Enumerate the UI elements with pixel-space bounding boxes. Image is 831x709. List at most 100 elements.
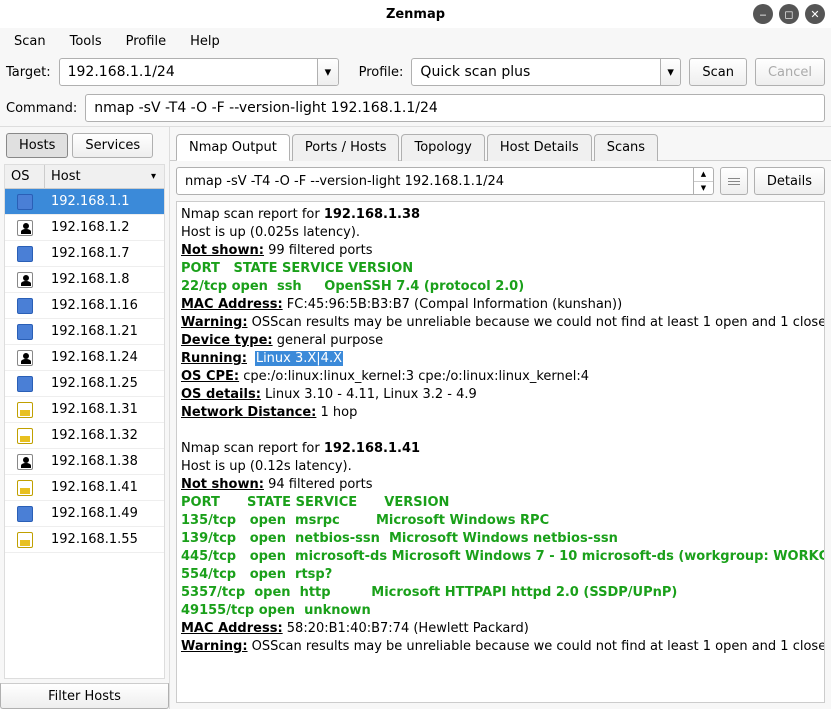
out-warn1-lbl: Warning:: [181, 315, 248, 330]
nmap-output-pane[interactable]: Nmap scan report for 192.168.1.38 Host i…: [176, 201, 825, 703]
output-selector[interactable]: nmap -sV -T4 -O -F --version-light 192.1…: [176, 167, 714, 195]
printer-icon: [17, 480, 33, 496]
command-label: Command:: [6, 101, 77, 116]
titlebar: Zenmap ‒ ◻ ✕: [0, 0, 831, 28]
profile-dropdown-icon[interactable]: ▾: [660, 59, 680, 85]
col-host-header[interactable]: Host ▾: [45, 165, 164, 188]
host-os-icon: [5, 298, 45, 314]
host-table-header: OS Host ▾: [5, 165, 164, 189]
command-input[interactable]: [85, 94, 825, 122]
host-row[interactable]: 192.168.1.31: [5, 397, 164, 423]
host-row[interactable]: 192.168.1.7: [5, 241, 164, 267]
out-porthdr1: PORT STATE SERVICE VERSION: [181, 261, 413, 276]
out-warn1-val: OSScan results may be unreliable because…: [248, 315, 825, 330]
target-combo[interactable]: ▾: [59, 58, 339, 86]
host-ip: 192.168.1.24: [45, 350, 164, 365]
host-row[interactable]: 192.168.1.25: [5, 371, 164, 397]
out-mac2-lbl: MAC Address:: [181, 621, 283, 636]
window-title: Zenmap: [386, 7, 445, 22]
target-dropdown-icon[interactable]: ▾: [317, 59, 337, 85]
host-row[interactable]: 192.168.1.32: [5, 423, 164, 449]
tab-hosts[interactable]: Hosts: [6, 133, 68, 158]
out-notshown2-val: 94 filtered ports: [264, 477, 373, 492]
host-os-icon: [5, 272, 45, 288]
col-host-label: Host: [51, 169, 81, 184]
host-os-icon: [5, 350, 45, 366]
output-bar: nmap -sV -T4 -O -F --version-light 192.1…: [170, 161, 831, 201]
profile-input[interactable]: [412, 59, 660, 85]
window-buttons: ‒ ◻ ✕: [753, 4, 825, 24]
profile-label: Profile:: [359, 65, 404, 80]
close-button[interactable]: ✕: [805, 4, 825, 24]
tab-ports-hosts[interactable]: Ports / Hosts: [292, 134, 400, 161]
host-os-icon: [5, 480, 45, 496]
spin-down-icon[interactable]: ▼: [694, 182, 713, 195]
host-row[interactable]: 192.168.1.8: [5, 267, 164, 293]
linux-icon: [17, 220, 33, 236]
win-icon: [17, 298, 33, 314]
host-row[interactable]: 192.168.1.38: [5, 449, 164, 475]
tab-host-details[interactable]: Host Details: [487, 134, 592, 161]
out-cpe-lbl: OS CPE:: [181, 369, 239, 384]
host-row[interactable]: 192.168.1.49: [5, 501, 164, 527]
target-input[interactable]: [60, 59, 318, 85]
tab-services[interactable]: Services: [72, 133, 153, 158]
out-dev-val: general purpose: [273, 333, 384, 348]
host-os-icon: [5, 402, 45, 418]
out-p139: 139/tcp open netbios-ssn Microsoft Windo…: [181, 531, 618, 546]
out-net-val: 1 hop: [316, 405, 357, 420]
out-up1: Host is up (0.025s latency).: [181, 225, 360, 240]
menu-tools[interactable]: Tools: [60, 30, 112, 53]
target-label: Target:: [6, 65, 51, 80]
out-dev-lbl: Device type:: [181, 333, 273, 348]
menu-help[interactable]: Help: [180, 30, 230, 53]
host-ip: 192.168.1.16: [45, 298, 164, 313]
out-notshown2-lbl: Not shown:: [181, 477, 264, 492]
linux-icon: [17, 350, 33, 366]
out-p445: 445/tcp open microsoft-ds Microsoft Wind…: [181, 549, 825, 564]
tab-topology[interactable]: Topology: [401, 134, 484, 161]
details-button[interactable]: Details: [754, 167, 825, 195]
host-row[interactable]: 192.168.1.21: [5, 319, 164, 345]
maximize-button[interactable]: ◻: [779, 4, 799, 24]
host-os-icon: [5, 324, 45, 340]
printer-icon: [17, 402, 33, 418]
minimize-button[interactable]: ‒: [753, 4, 773, 24]
host-ip: 192.168.1.31: [45, 402, 164, 417]
host-os-icon: [5, 246, 45, 262]
out-p135: 135/tcp open msrpc Microsoft Windows RPC: [181, 513, 549, 528]
host-row[interactable]: 192.168.1.55: [5, 527, 164, 553]
host-row[interactable]: 192.168.1.41: [5, 475, 164, 501]
out-warn2-lbl: Warning:: [181, 639, 248, 654]
profile-combo[interactable]: ▾: [411, 58, 681, 86]
host-os-icon: [5, 220, 45, 236]
output-selector-text: nmap -sV -T4 -O -F --version-light 192.1…: [177, 174, 693, 189]
filter-output-icon[interactable]: [720, 167, 748, 195]
spin-up-icon[interactable]: ▲: [694, 168, 713, 182]
menubar: Scan Tools Profile Help: [0, 28, 831, 54]
out-report1-ip: 192.168.1.38: [324, 207, 420, 222]
menu-scan[interactable]: Scan: [4, 30, 56, 53]
host-ip: 192.168.1.55: [45, 532, 164, 547]
main-content: Hosts Services OS Host▾ 192.168.1.1192.1…: [0, 126, 831, 709]
tab-scans[interactable]: Scans: [594, 134, 658, 161]
command-row: Command:: [0, 90, 831, 126]
host-row[interactable]: 192.168.1.16: [5, 293, 164, 319]
out-mac2-val: 58:20:B1:40:B7:74 (Hewlett Packard): [283, 621, 529, 636]
out-net-lbl: Network Distance:: [181, 405, 316, 420]
host-os-icon: [5, 506, 45, 522]
linux-icon: [17, 454, 33, 470]
win-icon: [17, 246, 33, 262]
output-spin[interactable]: ▲▼: [693, 168, 713, 194]
host-row[interactable]: 192.168.1.1: [5, 189, 164, 215]
col-os-header[interactable]: OS: [5, 165, 45, 188]
filter-hosts-button[interactable]: Filter Hosts: [0, 683, 169, 709]
menu-profile[interactable]: Profile: [116, 30, 176, 53]
host-row[interactable]: 192.168.1.24: [5, 345, 164, 371]
out-port22: 22/tcp open ssh OpenSSH 7.4 (protocol 2.…: [181, 279, 524, 294]
host-row[interactable]: 192.168.1.2: [5, 215, 164, 241]
tab-nmap-output[interactable]: Nmap Output: [176, 134, 290, 161]
win-icon: [17, 506, 33, 522]
scan-button[interactable]: Scan: [689, 58, 747, 86]
sort-arrow-icon: ▾: [151, 171, 156, 182]
